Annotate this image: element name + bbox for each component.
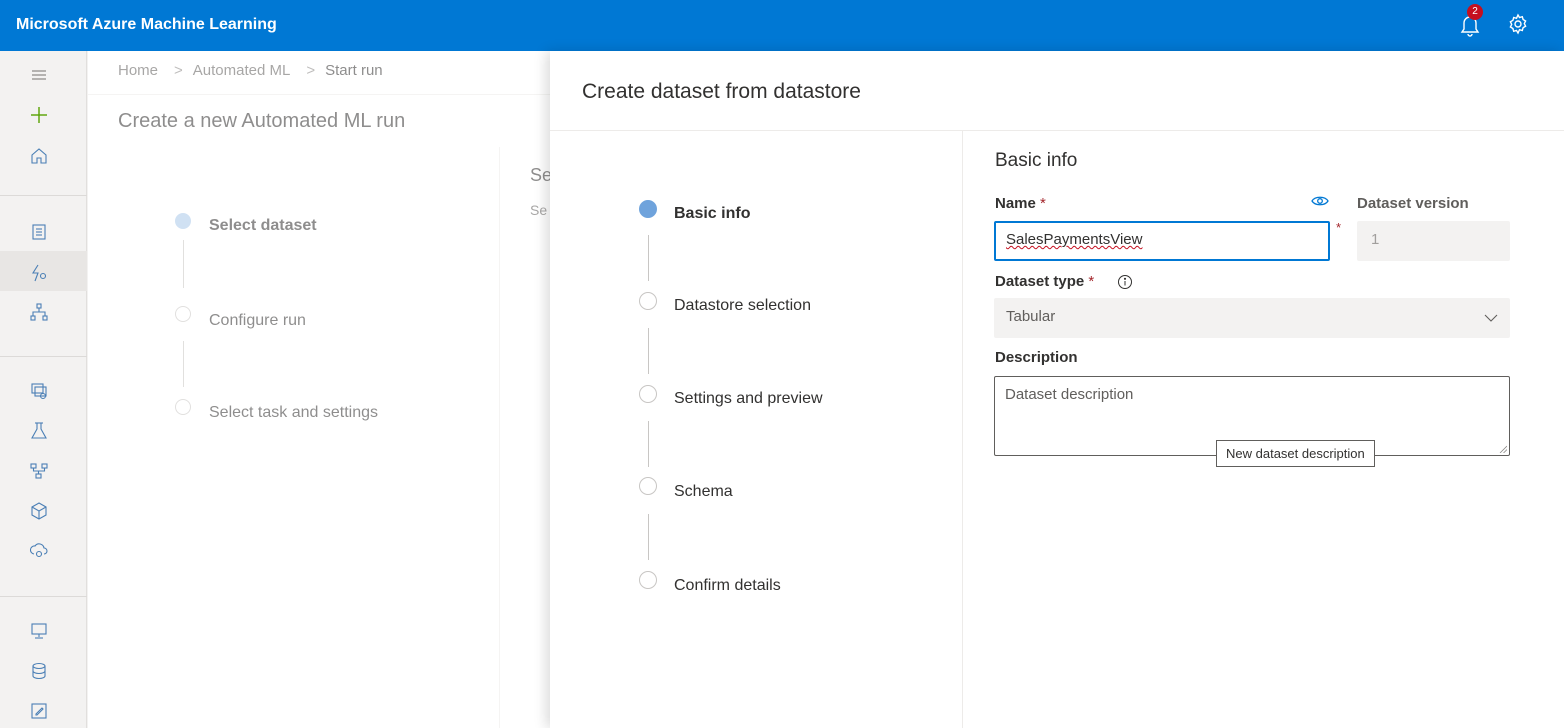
required-marker: * xyxy=(1040,195,1046,212)
step-indicator xyxy=(639,477,657,495)
description-label: Description xyxy=(995,349,1078,366)
modal-overlay[interactable] xyxy=(88,51,550,728)
models-icon[interactable] xyxy=(29,501,49,521)
step-indicator xyxy=(639,385,657,403)
left-navigation xyxy=(0,51,87,728)
dataset-type-dropdown[interactable]: Tabular xyxy=(994,298,1510,338)
dataset-type-label: Dataset type * xyxy=(995,273,1094,290)
required-marker: * xyxy=(1088,273,1095,290)
chevron-down-icon xyxy=(1484,314,1498,322)
add-icon[interactable] xyxy=(29,105,49,125)
datasets-icon[interactable] xyxy=(29,381,49,401)
step-connector xyxy=(648,235,649,281)
resize-handle-icon[interactable] xyxy=(1499,445,1507,453)
step-indicator xyxy=(639,292,657,310)
step-indicator xyxy=(639,571,657,589)
designer-icon[interactable] xyxy=(29,302,49,322)
home-icon[interactable] xyxy=(29,146,49,166)
form-section-title: Basic info xyxy=(995,150,1078,171)
name-label-text: Name xyxy=(995,195,1036,212)
step-schema[interactable]: Schema xyxy=(674,483,733,501)
pipelines-icon[interactable] xyxy=(29,461,49,481)
panel-header-divider xyxy=(550,130,1564,131)
step-confirm-details[interactable]: Confirm details xyxy=(674,577,781,595)
step-connector xyxy=(648,421,649,467)
nav-divider xyxy=(0,596,87,597)
notebooks-icon[interactable] xyxy=(29,222,49,242)
nav-divider xyxy=(0,195,87,196)
menu-icon[interactable] xyxy=(29,65,49,85)
dataset-name-input[interactable]: SalesPaymentsView xyxy=(994,221,1330,261)
step-indicator-active xyxy=(639,200,657,218)
experiments-icon[interactable] xyxy=(29,421,49,441)
dataset-type-label-text: Dataset type xyxy=(995,273,1085,290)
name-label: Name * xyxy=(995,195,1046,212)
eye-icon[interactable] xyxy=(1311,193,1329,209)
nav-divider xyxy=(0,356,87,357)
dataset-name-value: SalesPaymentsView xyxy=(1006,231,1143,248)
panel-column-divider xyxy=(962,131,963,728)
datastores-icon[interactable] xyxy=(29,661,49,681)
endpoints-icon[interactable] xyxy=(29,541,49,561)
dataset-version-field: 1 xyxy=(1357,221,1510,261)
top-bar: Microsoft Azure Machine Learning 2 xyxy=(0,0,1564,51)
info-icon[interactable] xyxy=(1117,274,1133,290)
step-settings-and-preview[interactable]: Settings and preview xyxy=(674,390,823,408)
automated-ml-icon[interactable] xyxy=(29,263,49,283)
settings-gear-icon[interactable] xyxy=(1507,13,1529,35)
notification-badge: 2 xyxy=(1467,4,1483,20)
description-placeholder: Dataset description xyxy=(1005,386,1134,403)
step-connector xyxy=(648,328,649,374)
panel-title: Create dataset from datastore xyxy=(582,80,861,103)
labeling-icon[interactable] xyxy=(29,701,49,721)
compute-icon[interactable] xyxy=(29,621,49,641)
step-basic-info[interactable]: Basic info xyxy=(674,205,750,223)
description-tooltip: New dataset description xyxy=(1216,440,1375,467)
required-marker: * xyxy=(1336,220,1342,235)
dataset-type-value: Tabular xyxy=(1006,308,1056,325)
step-connector xyxy=(648,514,649,560)
step-datastore-selection[interactable]: Datastore selection xyxy=(674,297,811,315)
app-title[interactable]: Microsoft Azure Machine Learning xyxy=(16,16,277,34)
dataset-version-label: Dataset version xyxy=(1357,195,1469,212)
